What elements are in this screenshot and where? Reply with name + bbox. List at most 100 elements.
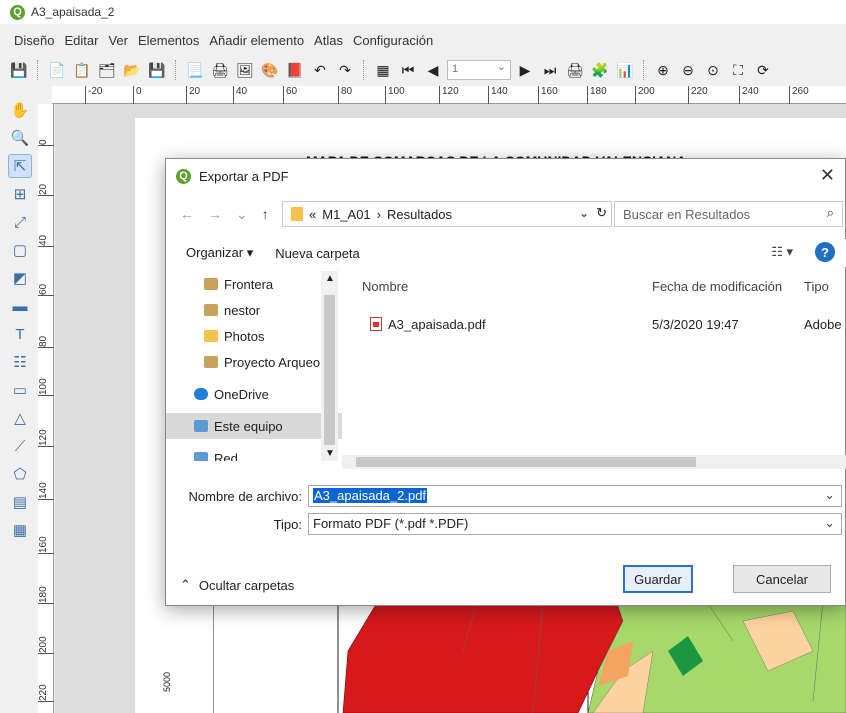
nav-item-red[interactable]: Red bbox=[166, 445, 342, 461]
pan-tool-icon[interactable]: ✋ bbox=[8, 98, 32, 122]
add-scalebar-tool-icon[interactable]: ▭ bbox=[8, 378, 32, 402]
add-polygon-tool-icon[interactable]: ⬠ bbox=[8, 462, 32, 486]
nav-item-nestor[interactable]: nestor bbox=[166, 297, 342, 323]
save-layout-icon[interactable]: 💾 bbox=[8, 59, 30, 81]
qgis-layout-window: Q A3_apaisada_2 Diseño Editar Ver Elemen… bbox=[0, 0, 846, 713]
refresh-icon[interactable]: ↻ bbox=[596, 205, 607, 221]
add-map-tool-icon[interactable]: ▢ bbox=[8, 238, 32, 262]
atlas-page-combo[interactable]: 1 bbox=[447, 60, 511, 80]
filename-label: Nombre de archivo: bbox=[188, 488, 302, 504]
open-template-icon[interactable]: 📂 bbox=[121, 59, 143, 81]
column-header-type[interactable]: Tipo bbox=[804, 271, 829, 301]
column-header-name[interactable]: Nombre bbox=[362, 271, 408, 301]
export-atlas-icon[interactable]: 📊 bbox=[614, 59, 636, 81]
help-icon[interactable]: ? bbox=[815, 242, 835, 262]
export-pdf-icon[interactable]: 📕 bbox=[284, 59, 306, 81]
add-polyline-tool-icon[interactable]: ⟋ bbox=[8, 434, 32, 458]
scroll-down-icon[interactable]: ▼ bbox=[325, 448, 335, 459]
prev-feature-icon[interactable]: ◀ bbox=[422, 59, 444, 81]
file-row[interactable]: A3_apaisada.pdf 5/3/2020 19:47 Adobe bbox=[342, 311, 846, 337]
ruler-v-tick: 160 bbox=[38, 524, 54, 554]
layout-manager-icon[interactable]: 🗂 bbox=[96, 59, 118, 81]
nav-item-proyecto[interactable]: Proyecto Arqueo bbox=[166, 349, 342, 375]
print-atlas-icon[interactable]: 🖨 bbox=[564, 59, 586, 81]
hide-folders-label: Ocultar carpetas bbox=[198, 577, 295, 593]
cancel-button[interactable]: Cancelar bbox=[733, 565, 831, 593]
ruler-v-tick: 0 bbox=[38, 116, 54, 146]
recent-locations-icon[interactable]: ⌄ bbox=[236, 206, 248, 223]
menu-editar[interactable]: Editar bbox=[64, 33, 98, 53]
menu-diseno[interactable]: Diseño bbox=[14, 33, 54, 53]
new-layout-icon[interactable]: 📄 bbox=[46, 59, 68, 81]
menu-anadir-elemento[interactable]: Añadir elemento bbox=[209, 33, 304, 53]
save-template-icon[interactable]: 💾 bbox=[146, 59, 168, 81]
scroll-up-icon[interactable]: ▲ bbox=[325, 273, 335, 284]
menu-atlas[interactable]: Atlas bbox=[314, 33, 343, 53]
zoom-100-icon[interactable]: ⊙ bbox=[702, 59, 724, 81]
export-svg-icon[interactable]: 🎨 bbox=[259, 59, 281, 81]
add-shape-tool-icon[interactable]: △ bbox=[8, 406, 32, 430]
atlas-preview-icon[interactable]: ▦ bbox=[372, 59, 394, 81]
menu-ver[interactable]: Ver bbox=[108, 33, 128, 53]
add-3d-map-tool-icon[interactable]: ◩ bbox=[8, 266, 32, 290]
chevron-down-icon[interactable]: ⌄ bbox=[824, 515, 835, 531]
file-list-hscrollbar[interactable] bbox=[342, 455, 846, 469]
search-icon[interactable]: ⌕ bbox=[827, 205, 834, 221]
duplicate-layout-icon[interactable]: 📋 bbox=[71, 59, 93, 81]
menu-bar: Diseño Editar Ver Elementos Añadir eleme… bbox=[0, 33, 433, 53]
breadcrumb-m1-a01[interactable]: M1_A01 bbox=[322, 207, 370, 222]
scrollbar-thumb[interactable] bbox=[356, 457, 696, 467]
redo-icon[interactable]: ↷ bbox=[334, 59, 356, 81]
menu-configuracion[interactable]: Configuración bbox=[353, 33, 433, 53]
search-input[interactable]: Buscar en Resultados ⌕ bbox=[614, 201, 843, 227]
next-feature-icon[interactable]: ▶ bbox=[514, 59, 536, 81]
add-picture-tool-icon[interactable]: ▬ bbox=[8, 294, 32, 318]
nav-item-frontera[interactable]: Frontera bbox=[166, 271, 342, 297]
new-folder-button[interactable]: Nueva carpeta bbox=[275, 246, 360, 261]
menu-elementos[interactable]: Elementos bbox=[138, 33, 199, 53]
forward-arrow-icon[interactable]: → bbox=[208, 206, 222, 222]
nav-item-onedrive[interactable]: OneDrive bbox=[166, 381, 342, 407]
zoom-in-icon[interactable]: ⊕ bbox=[652, 59, 674, 81]
up-arrow-icon[interactable]: ↑ bbox=[262, 206, 269, 222]
chevron-down-icon[interactable]: ⌄ bbox=[824, 487, 835, 503]
search-placeholder: Buscar en Resultados bbox=[623, 206, 751, 222]
print-icon[interactable]: 🖨 bbox=[209, 59, 231, 81]
add-table-tool-icon[interactable]: ▦ bbox=[8, 518, 32, 542]
breadcrumb-overflow[interactable]: « bbox=[309, 207, 316, 222]
scrollbar-thumb[interactable] bbox=[324, 295, 335, 445]
breadcrumb-resultados[interactable]: Resultados bbox=[387, 207, 452, 222]
hide-folders-toggle[interactable]: ⌃ Ocultar carpetas bbox=[180, 577, 294, 593]
column-header-date[interactable]: Fecha de modificación bbox=[652, 271, 782, 301]
add-html-tool-icon[interactable]: ▤ bbox=[8, 490, 32, 514]
toolbar-separator bbox=[363, 60, 365, 80]
filename-field[interactable]: A3_apaisada_2.pdf ⌄ bbox=[308, 485, 842, 507]
zoom-out-icon[interactable]: ⊖ bbox=[677, 59, 699, 81]
atlas-settings-icon[interactable]: 🧩 bbox=[589, 59, 611, 81]
nav-pane-scrollbar[interactable]: ▲ ▼ bbox=[321, 271, 338, 461]
save-button[interactable]: Guardar bbox=[623, 565, 693, 593]
edit-nodes-tool-icon[interactable]: ⤢ bbox=[8, 210, 32, 234]
zoom-full-icon[interactable]: ⛶ bbox=[727, 59, 749, 81]
address-bar[interactable]: « M1_A01 › Resultados ⌄ ↻ bbox=[282, 201, 612, 227]
zoom-tool-icon[interactable]: 🔍 bbox=[8, 126, 32, 150]
nav-item-este-equipo[interactable]: Este equipo bbox=[166, 413, 342, 439]
close-icon[interactable]: ✕ bbox=[820, 165, 835, 186]
view-options-icon[interactable]: ☷ ▾ bbox=[771, 244, 793, 260]
toolbar-separator bbox=[643, 60, 645, 80]
page-setup-icon[interactable]: 📃 bbox=[184, 59, 206, 81]
undo-icon[interactable]: ↶ bbox=[309, 59, 331, 81]
first-feature-icon[interactable]: ⏮ bbox=[397, 59, 419, 81]
back-arrow-icon[interactable]: ← bbox=[180, 206, 194, 222]
add-label-tool-icon[interactable]: T bbox=[8, 322, 32, 346]
refresh-view-icon[interactable]: ⟳ bbox=[752, 59, 774, 81]
chevron-down-icon[interactable]: ⌄ bbox=[579, 206, 589, 220]
nav-item-photos[interactable]: Photos bbox=[166, 323, 342, 349]
filetype-select[interactable]: Formato PDF (*.pdf *.PDF) ⌄ bbox=[308, 513, 842, 535]
move-content-tool-icon[interactable]: ⊞ bbox=[8, 182, 32, 206]
last-feature-icon[interactable]: ⏭ bbox=[539, 59, 561, 81]
add-legend-tool-icon[interactable]: ☷ bbox=[8, 350, 32, 374]
select-move-tool-icon[interactable]: ⇱ bbox=[8, 154, 32, 178]
organize-button[interactable]: Organizar ▾ bbox=[186, 245, 253, 261]
export-image-icon[interactable]: 🖼 bbox=[234, 59, 256, 81]
